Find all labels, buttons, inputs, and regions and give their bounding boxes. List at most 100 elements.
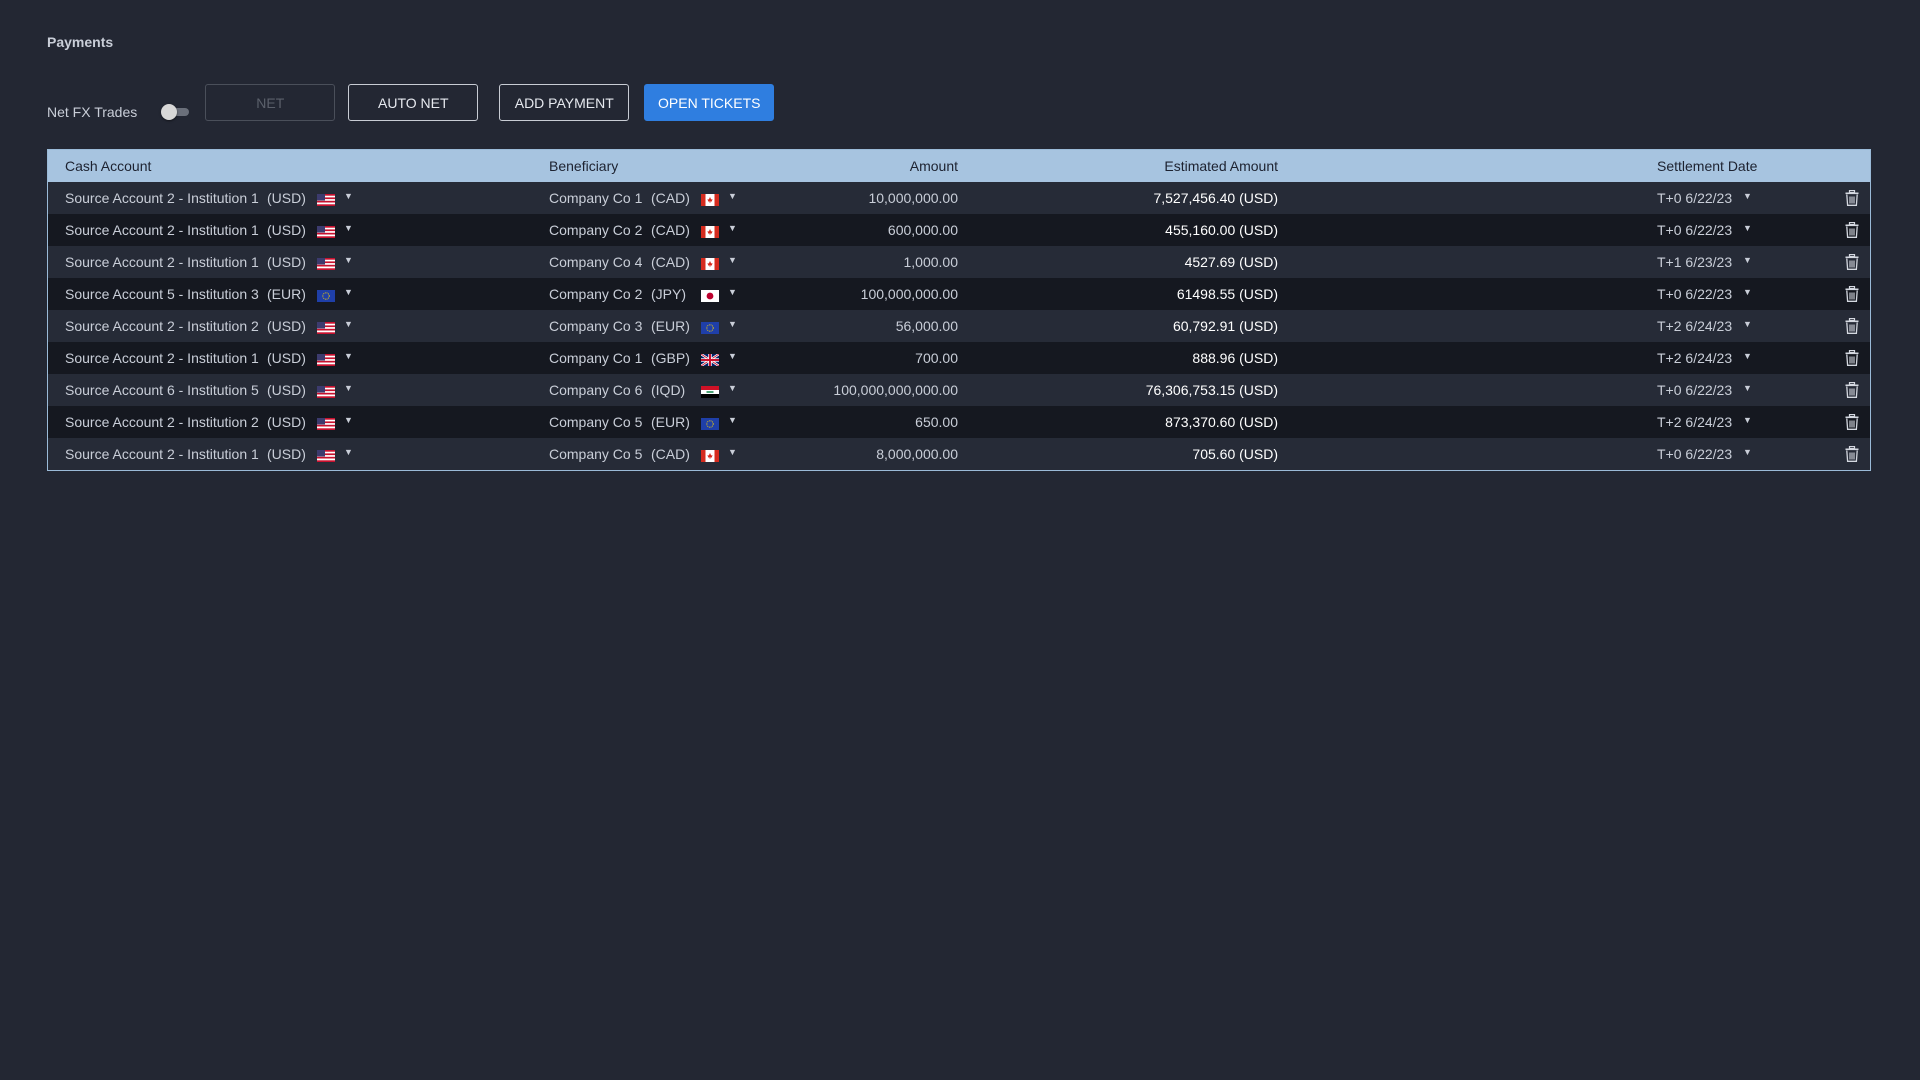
toolbar: Net FX Trades NET AUTO NET ADD PAYMENT O… (47, 84, 775, 121)
settlement-date-value: T+0 6/22/23 (1657, 286, 1733, 302)
trash-icon[interactable] (1845, 381, 1859, 398)
cash-account-currency: (USD) (267, 350, 306, 366)
settlement-date-value: T+0 6/22/23 (1657, 446, 1733, 462)
open-tickets-button[interactable]: OPEN TICKETS (644, 84, 775, 121)
us-flag-icon (317, 385, 335, 398)
us-flag-icon (317, 353, 335, 366)
cash-account-dropdown-icon[interactable]: ▼ (344, 255, 353, 265)
settlement-date-dropdown-icon[interactable]: ▼ (1743, 351, 1752, 361)
trash-icon[interactable] (1845, 317, 1859, 334)
cash-account-name: Source Account 2 - Institution 1 (65, 190, 259, 206)
beneficiary-dropdown-icon[interactable]: ▼ (728, 223, 737, 233)
header-cash-account: Cash Account (65, 158, 152, 174)
us-flag-icon (317, 193, 335, 206)
auto-net-button[interactable]: AUTO NET (348, 84, 479, 121)
trash-icon[interactable] (1845, 253, 1859, 270)
header-amount: Amount (909, 158, 958, 174)
page-title: Payments (47, 34, 114, 50)
amount-value[interactable]: 1,000.00 (758, 254, 959, 270)
trash-icon[interactable] (1845, 349, 1859, 366)
settlement-date-dropdown-icon[interactable]: ▼ (1743, 255, 1752, 265)
amount-value[interactable]: 100,000,000,000.00 (758, 382, 958, 398)
cash-account-name: Source Account 6 - Institution 5 (65, 382, 259, 398)
eu-flag-icon (317, 289, 335, 302)
ca-flag-icon (701, 449, 719, 462)
us-flag-icon (317, 321, 335, 334)
beneficiary-name: Company Co 5 (549, 446, 643, 462)
beneficiary-name: Company Co 4 (549, 254, 643, 270)
settlement-date-value: T+2 6/24/23 (1657, 318, 1733, 334)
beneficiary-name: Company Co 2 (549, 286, 643, 302)
trash-icon[interactable] (1845, 189, 1859, 206)
cash-account-currency: (USD) (267, 222, 306, 238)
amount-value[interactable]: 100,000,000.00 (758, 286, 958, 302)
trash-icon[interactable] (1845, 413, 1859, 430)
cash-account-dropdown-icon[interactable]: ▼ (344, 191, 353, 201)
beneficiary-currency: (CAD) (651, 254, 690, 270)
amount-value[interactable]: 10,000,000.00 (758, 190, 958, 206)
cash-account-name: Source Account 2 - Institution 1 (65, 350, 259, 366)
table-body: Source Account 2 - Institution 1 (USD) ▼ Co… (48, 182, 1870, 470)
beneficiary-dropdown-icon[interactable]: ▼ (728, 383, 737, 393)
cash-account-dropdown-icon[interactable]: ▼ (344, 319, 353, 329)
trash-icon[interactable] (1845, 285, 1859, 302)
cash-account-dropdown-icon[interactable]: ▼ (344, 351, 353, 361)
table-row: Source Account 2 - Institution 2 (USD) ▼ Co… (48, 310, 1870, 342)
beneficiary-name: Company Co 5 (549, 414, 643, 430)
beneficiary-dropdown-icon[interactable]: ▼ (728, 415, 737, 425)
cash-account-dropdown-icon[interactable]: ▼ (344, 223, 353, 233)
settlement-date-dropdown-icon[interactable]: ▼ (1743, 191, 1752, 201)
settlement-date-value: T+0 6/22/23 (1657, 222, 1733, 238)
amount-value[interactable]: 650.00 (758, 414, 958, 430)
beneficiary-dropdown-icon[interactable]: ▼ (728, 319, 737, 329)
us-flag-icon (317, 449, 335, 462)
estimated-amount-value: 76,306,753.15 (USD) (1145, 382, 1278, 398)
toggle-knob (161, 103, 178, 120)
cash-account-currency: (EUR) (267, 286, 306, 302)
cash-account-dropdown-icon[interactable]: ▼ (344, 415, 353, 425)
estimated-amount-value: 873,370.60 (USD) (1165, 414, 1278, 430)
add-payment-button[interactable]: ADD PAYMENT (499, 84, 630, 121)
cash-account-dropdown-icon[interactable]: ▼ (344, 447, 353, 457)
cash-account-name: Source Account 2 - Institution 2 (65, 318, 259, 334)
settlement-date-dropdown-icon[interactable]: ▼ (1743, 287, 1752, 297)
beneficiary-dropdown-icon[interactable]: ▼ (728, 351, 737, 361)
cash-account-name: Source Account 2 - Institution 2 (65, 414, 259, 430)
amount-value[interactable]: 56,000.00 (758, 318, 958, 334)
beneficiary-dropdown-icon[interactable]: ▼ (728, 447, 737, 457)
beneficiary-currency: (JPY) (651, 286, 686, 302)
beneficiary-currency: (EUR) (651, 318, 690, 334)
cash-account-currency: (USD) (267, 446, 306, 462)
settlement-date-value: T+2 6/24/23 (1657, 414, 1733, 430)
trash-icon[interactable] (1845, 445, 1859, 462)
beneficiary-currency: (CAD) (651, 222, 690, 238)
settlement-date-dropdown-icon[interactable]: ▼ (1743, 447, 1752, 457)
net-fx-trades-label: Net FX Trades (47, 103, 138, 120)
amount-value[interactable]: 600,000.00 (758, 222, 958, 238)
settlement-date-dropdown-icon[interactable]: ▼ (1743, 383, 1752, 393)
amount-value[interactable]: 700.00 (758, 350, 958, 366)
cash-account-dropdown-icon[interactable]: ▼ (344, 383, 353, 393)
table-row: Source Account 2 - Institution 1 (USD) ▼ Co… (48, 182, 1870, 214)
cash-account-name: Source Account 2 - Institution 1 (65, 446, 259, 462)
table-row: Source Account 6 - Institution 5 (USD) ▼ Co… (48, 374, 1870, 406)
net-fx-trades-toggle[interactable] (161, 103, 191, 120)
settlement-date-dropdown-icon[interactable]: ▼ (1743, 415, 1752, 425)
estimated-amount-value: 705.60 (USD) (1192, 446, 1278, 462)
settlement-date-value: T+2 6/24/23 (1657, 350, 1733, 366)
amount-value[interactable]: 8,000,000.00 (758, 446, 958, 462)
settlement-date-dropdown-icon[interactable]: ▼ (1743, 319, 1752, 329)
beneficiary-dropdown-icon[interactable]: ▼ (728, 287, 737, 297)
beneficiary-dropdown-icon[interactable]: ▼ (728, 255, 737, 265)
beneficiary-currency: (IQD) (651, 382, 686, 398)
net-button[interactable]: NET (205, 84, 336, 121)
cash-account-currency: (USD) (267, 190, 306, 206)
beneficiary-dropdown-icon[interactable]: ▼ (728, 191, 737, 201)
estimated-amount-value: 60,792.91 (USD) (1172, 318, 1278, 334)
trash-icon[interactable] (1845, 221, 1859, 238)
ca-flag-icon (701, 257, 719, 270)
beneficiary-name: Company Co 2 (549, 222, 643, 238)
table-row: Source Account 2 - Institution 1 (USD) ▼ Co… (48, 342, 1870, 374)
settlement-date-dropdown-icon[interactable]: ▼ (1743, 223, 1752, 233)
cash-account-dropdown-icon[interactable]: ▼ (344, 287, 353, 297)
